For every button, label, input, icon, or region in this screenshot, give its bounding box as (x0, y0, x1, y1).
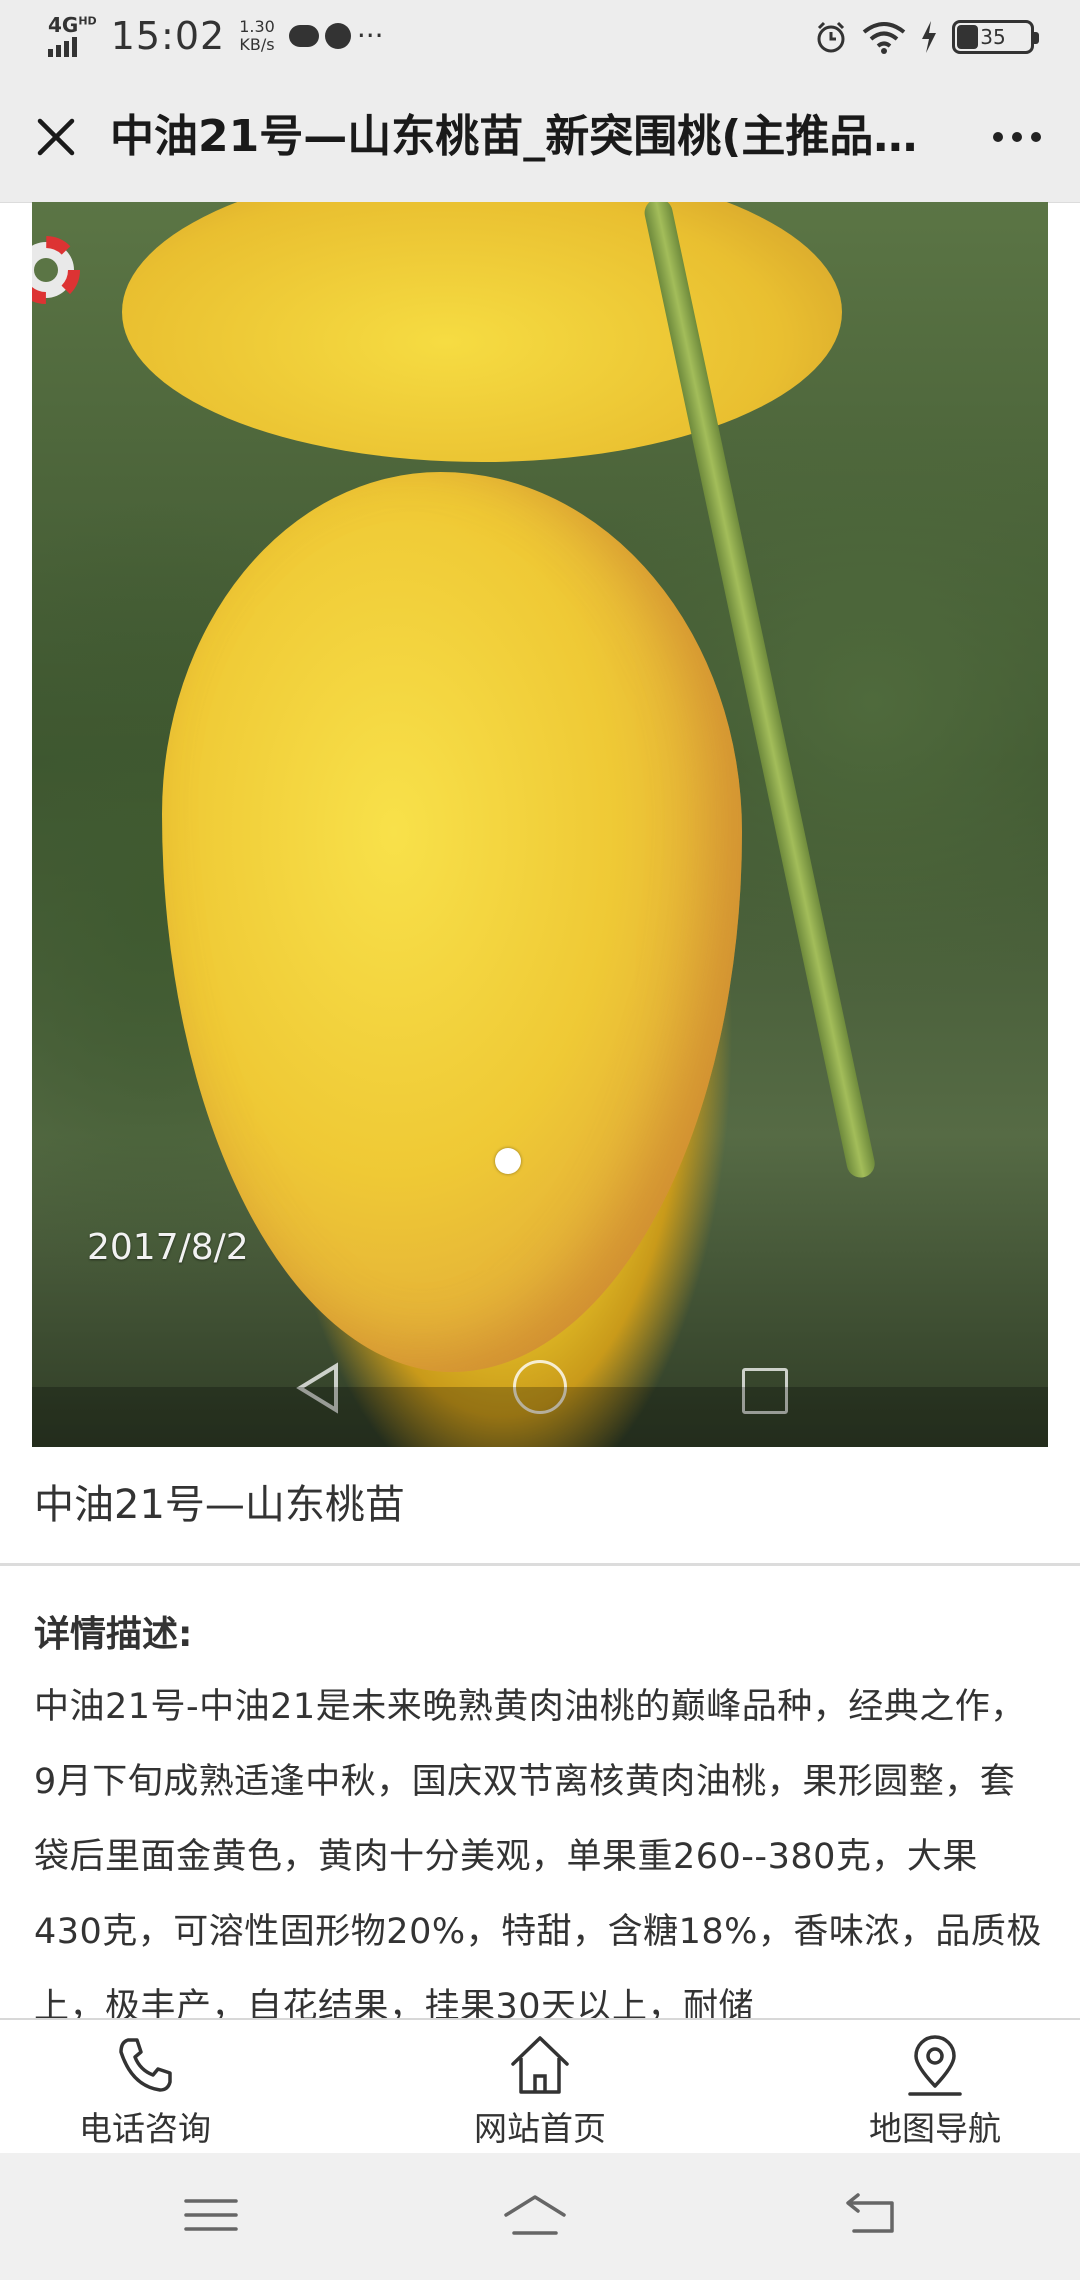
details-heading: 详情描述: (34, 1614, 193, 1655)
network-type: 4G (48, 13, 79, 37)
home-icon (511, 2036, 569, 2094)
site-home-button[interactable]: 网站首页 (390, 2030, 690, 2150)
back-icon (846, 2193, 894, 2233)
carousel-indicator-dot[interactable] (495, 1148, 521, 1174)
system-nav-bar (0, 2153, 1080, 2280)
wifi-icon (862, 22, 906, 54)
signal-icon: 4GHD (48, 15, 97, 57)
system-home-button[interactable] (500, 2185, 570, 2245)
site-home-label: 网站首页 (474, 2109, 606, 2148)
charging-icon (922, 21, 936, 53)
more-button[interactable] (982, 112, 1052, 162)
weather-icon (324, 23, 351, 49)
speed-value: 1.30 (239, 17, 275, 36)
lifebuoy-icon (32, 236, 80, 304)
system-back-button[interactable] (834, 2185, 904, 2245)
map-pin-icon (908, 2035, 962, 2096)
details-text: 中油21号-中油21是未来晚熟黄肉油桃的巅峰品种，经典之作，9月下旬成熟适逢中秋… (34, 1687, 1042, 2018)
status-right: 35 (814, 12, 1039, 62)
menu-icon (184, 2199, 238, 2231)
phone-icon (119, 2038, 172, 2092)
network-speed: 1.30 KB/s (239, 18, 275, 54)
map-nav-button[interactable]: 地图导航 (785, 2030, 1080, 2150)
peach-main (162, 472, 742, 1372)
cloud-icon (288, 25, 319, 47)
battery-icon: 35 (952, 20, 1039, 54)
battery-level: 35 (980, 25, 1006, 49)
close-button[interactable] (26, 107, 86, 167)
speed-unit: KB/s (239, 35, 275, 54)
peach-upper (122, 202, 842, 462)
page-title: 中油21号—山东桃苗_新突围桃(主推品… (110, 111, 918, 162)
network-hd: HD (78, 14, 97, 28)
product-name: 中油21号—山东桃苗 (34, 1482, 405, 1528)
close-icon (37, 118, 75, 156)
status-left: 4GHD 15:02 1.30 KB/s ··· (48, 10, 384, 62)
phone-consult-label: 电话咨询 (79, 2109, 211, 2148)
notification-icons: ··· (288, 19, 384, 52)
photo-date-watermark: 2017/8/2 (87, 1227, 249, 1268)
home-icon (504, 2195, 566, 2235)
map-nav-label: 地图导航 (869, 2109, 1001, 2148)
title-bar: 中油21号—山东桃苗_新突围桃(主推品… (0, 72, 1080, 203)
status-bar: 4GHD 15:02 1.30 KB/s ··· 35 (0, 0, 1080, 72)
more-icon (993, 132, 1003, 142)
more-notifications-icon: ··· (356, 19, 384, 52)
clock: 15:02 (110, 14, 226, 58)
phone-consult-button[interactable]: 电话咨询 (0, 2030, 295, 2150)
alarm-icon (817, 21, 845, 53)
image-caption-strip (32, 1387, 1048, 1447)
product-image-carousel[interactable]: 2017/8/2 (32, 202, 1048, 1447)
menu-button[interactable] (176, 2185, 246, 2245)
action-bar: 电话咨询 网站首页 地图导航 (0, 2018, 1080, 2155)
divider (0, 1563, 1080, 1566)
